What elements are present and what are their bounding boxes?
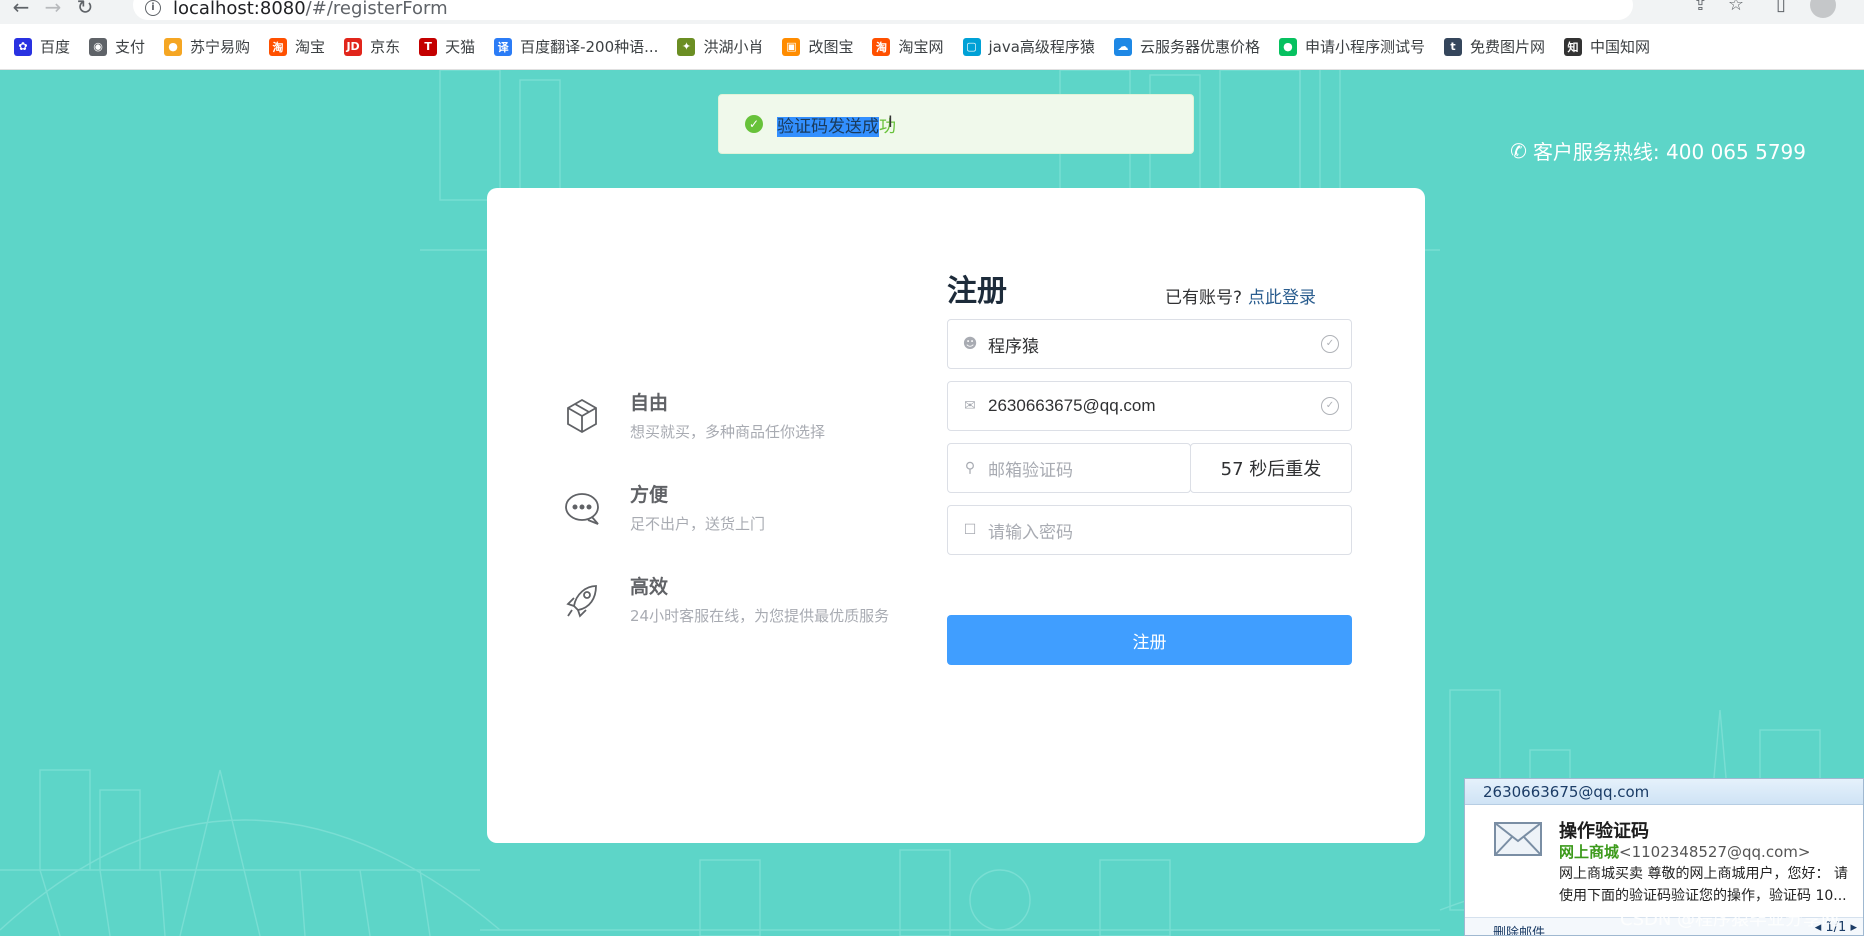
jd-icon: JD — [344, 37, 363, 56]
lock-icon: ☐ — [963, 522, 977, 538]
mail-icon: ✉ — [964, 398, 976, 414]
check-circle-icon: ✓ — [745, 115, 763, 133]
bookmark-label: 淘宝 — [295, 38, 326, 56]
cube-icon — [567, 398, 597, 434]
bookmark-item[interactable]: JD 京东 — [344, 36, 400, 57]
address-bar[interactable]: i localhost:8080/#/registerForm — [133, 0, 1633, 20]
email-input[interactable]: ✉ 2630663675@qq.com ✓ — [947, 381, 1352, 431]
feature-convenient: 方便 足不出户，送货上门 — [562, 480, 765, 534]
wechat-icon: ● — [1278, 37, 1297, 56]
phone-icon: ✆ — [1510, 138, 1527, 163]
resend-code-button[interactable]: 57 秒后重发 — [1190, 443, 1352, 493]
mail-body-line: 使用下面的验证码验证您的操作，验证码 10... — [1559, 888, 1847, 904]
bookmark-item[interactable]: t 免费图片网 — [1443, 36, 1545, 57]
bookmark-item[interactable]: ◉ 支付 — [89, 36, 145, 57]
register-button[interactable]: 注册 — [947, 615, 1352, 665]
rocket-icon — [566, 585, 597, 618]
feature-efficient: 高效 24小时客服在线，为您提供最优质服务 — [562, 572, 889, 626]
globe-icon: ◉ — [89, 37, 108, 56]
text-cursor-icon: I — [888, 112, 893, 131]
url-text: localhost:8080/#/registerForm — [173, 0, 448, 19]
bookmark-label: 天猫 — [445, 38, 476, 56]
taobao-icon: 淘 — [872, 37, 891, 56]
bookmark-label: 免费图片网 — [1469, 38, 1545, 56]
mail-from: 网上商城<1102348527@qq.com> — [1559, 843, 1811, 861]
success-toast: ✓ 验证码发送成功 — [718, 94, 1194, 154]
bookmark-label: 云服务器优惠价格 — [1139, 38, 1260, 56]
suning-icon: ● — [164, 37, 183, 56]
reload-icon[interactable]: ↻ — [74, 0, 96, 19]
bookmark-item[interactable]: ▢ java高级程序猿 — [962, 36, 1095, 57]
feature-title: 方便 — [630, 484, 669, 506]
feature-title: 高效 — [630, 576, 669, 598]
translate-icon: 译 — [494, 37, 513, 56]
tumblr-icon: t — [1443, 37, 1462, 56]
baidu-icon: ✿ — [14, 37, 32, 56]
toast-message: 验证码发送成功 — [777, 116, 896, 137]
password-input[interactable]: ☐ 请输入密码 — [947, 505, 1352, 555]
bookmark-item[interactable]: ▣ 改图宝 — [782, 36, 853, 57]
bookmark-item[interactable]: 知中国知网 — [1563, 36, 1650, 57]
bookmark-label: 改图宝 — [808, 38, 854, 56]
valid-check-icon: ✓ — [1321, 397, 1339, 415]
bookmark-label: 支付 — [115, 38, 146, 56]
bookmarks-bar: ✿ 百度 ◉ 支付 ● 苏宁易购淘淘宝 JD 京东 T 天猫译百度翻译-200种语... ✦ 洪湖小肖… — [0, 24, 1864, 70]
valid-check-icon: ✓ — [1321, 335, 1339, 353]
taobao-icon: 淘 — [269, 37, 288, 56]
bookmark-label: java高级程序猿 — [988, 38, 1095, 56]
bilibili-icon: ▢ — [962, 37, 981, 56]
bookmark-item[interactable]: 译百度翻译-200种语... — [494, 36, 658, 57]
bookmark-item[interactable]: ✦ 洪湖小肖 — [677, 36, 763, 57]
forward-icon[interactable]: → — [42, 0, 64, 19]
login-link[interactable]: 点此登录 — [1248, 288, 1316, 308]
profile-avatar[interactable] — [1810, 0, 1836, 18]
bookmark-item[interactable]: 淘淘宝网 — [872, 36, 944, 57]
bookmark-item[interactable]: 淘淘宝 — [269, 36, 325, 57]
bookmark-item[interactable]: T 天猫 — [419, 36, 475, 57]
share-icon[interactable]: ⇪ — [1693, 0, 1708, 15]
form-title: 注册 — [947, 274, 1007, 309]
bookmark-label: 洪湖小肖 — [703, 38, 764, 56]
bookmark-label: 淘宝网 — [898, 38, 944, 56]
register-card: 自由 想买就买，多种商品任你选择 方便 足不出户，送货上门 高效 24小时客服在… — [487, 188, 1425, 843]
browser-toolbar: ← → ↻ i localhost:8080/#/registerForm ⇪ … — [0, 0, 1864, 24]
star-icon[interactable]: ☆ — [1728, 0, 1744, 15]
feature-free: 自由 想买就买，多种商品任你选择 — [562, 388, 825, 442]
delete-mail-link[interactable]: 删除邮件 — [1493, 922, 1545, 935]
username-input[interactable]: ☻ 程序猿 ✓ — [947, 319, 1352, 369]
user-icon: ☻ — [962, 336, 978, 352]
site-info-icon[interactable]: i — [145, 0, 161, 16]
bookmark-label: 京东 — [370, 38, 401, 56]
bookmark-item[interactable]: ✿ 百度 — [14, 36, 70, 57]
tmall-icon: T — [419, 37, 438, 56]
bookmark-label: 苏宁易购 — [190, 38, 251, 56]
bookmark-label: 申请小程序测试号 — [1304, 38, 1425, 56]
login-prompt: 已有账号? 点此登录 — [1165, 288, 1317, 308]
feature-desc: 想买就买，多种商品任你选择 — [630, 423, 826, 441]
bookmark-item[interactable]: ● 苏宁易购 — [164, 36, 250, 57]
email-code-input[interactable]: ⚲ 邮箱验证码 — [947, 443, 1191, 493]
back-icon[interactable]: ← — [10, 0, 32, 19]
feature-desc: 24小时客服在线，为您提供最优质服务 — [630, 607, 890, 625]
mail-body-line: 网上商城买卖 尊敬的网上商城用户，您好： 请 — [1559, 866, 1848, 882]
chat-bubble-icon — [565, 493, 599, 525]
watermark: CSDN @程序猿毕业分享网 — [1620, 909, 1840, 930]
hotline: ✆ 客户服务热线: 400 065 5799 — [1510, 138, 1806, 165]
link-icon: ⚲ — [964, 460, 976, 476]
mail-subject: 操作验证码 — [1559, 821, 1649, 842]
bird-icon: ✦ — [677, 37, 696, 56]
bookmark-item[interactable]: ☁ 云服务器优惠价格 — [1113, 36, 1260, 57]
mail-account: 2630663675@qq.com — [1465, 779, 1863, 805]
feature-desc: 足不出户，送货上门 — [630, 515, 766, 533]
bookmark-label: 中国知网 — [1589, 38, 1650, 56]
bookmark-label: 百度翻译-200种语... — [520, 38, 659, 56]
bookmark-item[interactable]: ● 申请小程序测试号 — [1278, 36, 1425, 57]
cnki-icon: 知 — [1563, 37, 1582, 56]
envelope-icon — [1494, 822, 1542, 856]
bookmark-label: 百度 — [40, 38, 71, 56]
feature-title: 自由 — [630, 392, 669, 414]
image-icon: ▣ — [782, 37, 801, 56]
cloud-icon: ☁ — [1113, 37, 1132, 56]
sidebar-icon[interactable]: ▯ — [1776, 0, 1786, 15]
